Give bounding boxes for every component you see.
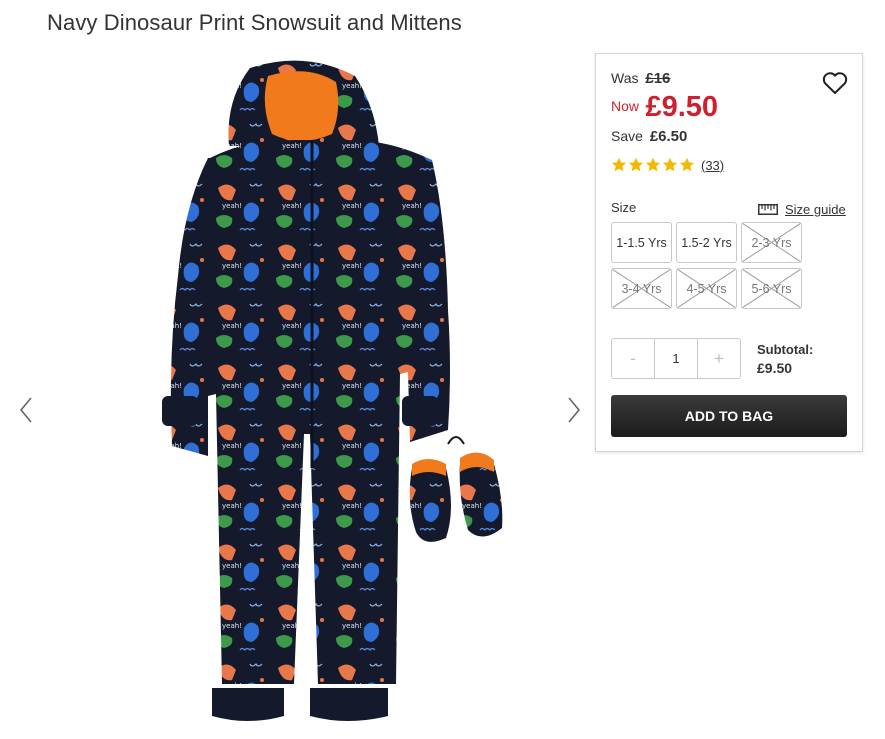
star-icon: [611, 157, 627, 172]
size-option[interactable]: 1.5-2 Yrs: [676, 222, 737, 263]
quantity-stepper: - 1 +: [611, 338, 741, 379]
chevron-right-icon: [568, 397, 581, 423]
star-rating: [611, 157, 695, 173]
gallery-next-button[interactable]: [562, 392, 586, 428]
product-image: yeah!: [162, 60, 503, 721]
star-icon: [645, 157, 661, 172]
size-options: 1-1.5 Yrs 1.5-2 Yrs 2-3 Yrs 3-4 Yrs 4-5 Yrs 5…: [611, 222, 806, 309]
size-option[interactable]: 4-5 Yrs: [676, 268, 737, 309]
size-option-label: 3-4 Yrs: [621, 281, 662, 296]
quantity-value[interactable]: 1: [654, 339, 698, 378]
review-count-link[interactable]: (33): [701, 158, 724, 173]
was-label: Was: [611, 70, 639, 86]
subtotal-label: Subtotal:: [757, 342, 814, 357]
save-amount-value: £6.50: [649, 128, 688, 145]
size-guide-label: Size guide: [785, 202, 846, 217]
gallery-prev-button[interactable]: [14, 392, 38, 428]
save-label: Save: [611, 128, 643, 144]
size-option-label: 5-6 Yrs: [751, 281, 792, 296]
subtotal-value: £9.50: [757, 360, 793, 376]
rating: (33): [611, 157, 724, 173]
heart-icon[interactable]: [822, 71, 848, 95]
size-option[interactable]: 3-4 Yrs: [611, 268, 672, 309]
size-label: Size: [611, 200, 637, 215]
star-icon: [628, 157, 644, 172]
purchase-panel: Was £16 Now £9.50 Save £6.50 (33) Size S…: [595, 53, 863, 452]
size-option-label: 4-5 Yrs: [686, 281, 727, 296]
size-option[interactable]: 1-1.5 Yrs: [611, 222, 672, 263]
size-option[interactable]: 2-3 Yrs: [741, 222, 802, 263]
chevron-left-icon: [19, 397, 32, 423]
size-option-label: 1-1.5 Yrs: [616, 235, 667, 250]
size-option[interactable]: 5-6 Yrs: [741, 268, 802, 309]
ruler-icon: [758, 204, 778, 215]
quantity-decrease-button[interactable]: -: [612, 339, 654, 378]
now-label: Now: [611, 98, 640, 114]
add-to-bag-button[interactable]: ADD TO BAG: [611, 395, 847, 437]
was-price-value: £16: [645, 70, 671, 87]
size-guide-link[interactable]: Size guide: [758, 202, 846, 217]
size-option-label: 1.5-2 Yrs: [681, 235, 732, 250]
size-option-label: 2-3 Yrs: [751, 235, 792, 250]
now-price: Now £9.50: [611, 91, 718, 124]
quantity-increase-button[interactable]: +: [698, 339, 740, 378]
product-title: Navy Dinosaur Print Snowsuit and Mittens: [47, 10, 462, 35]
now-price-value: £9.50: [645, 91, 719, 123]
save-amount: Save £6.50: [611, 128, 687, 145]
was-price: Was £16: [611, 70, 670, 87]
star-icon: [662, 157, 678, 172]
star-icon: [679, 157, 695, 172]
